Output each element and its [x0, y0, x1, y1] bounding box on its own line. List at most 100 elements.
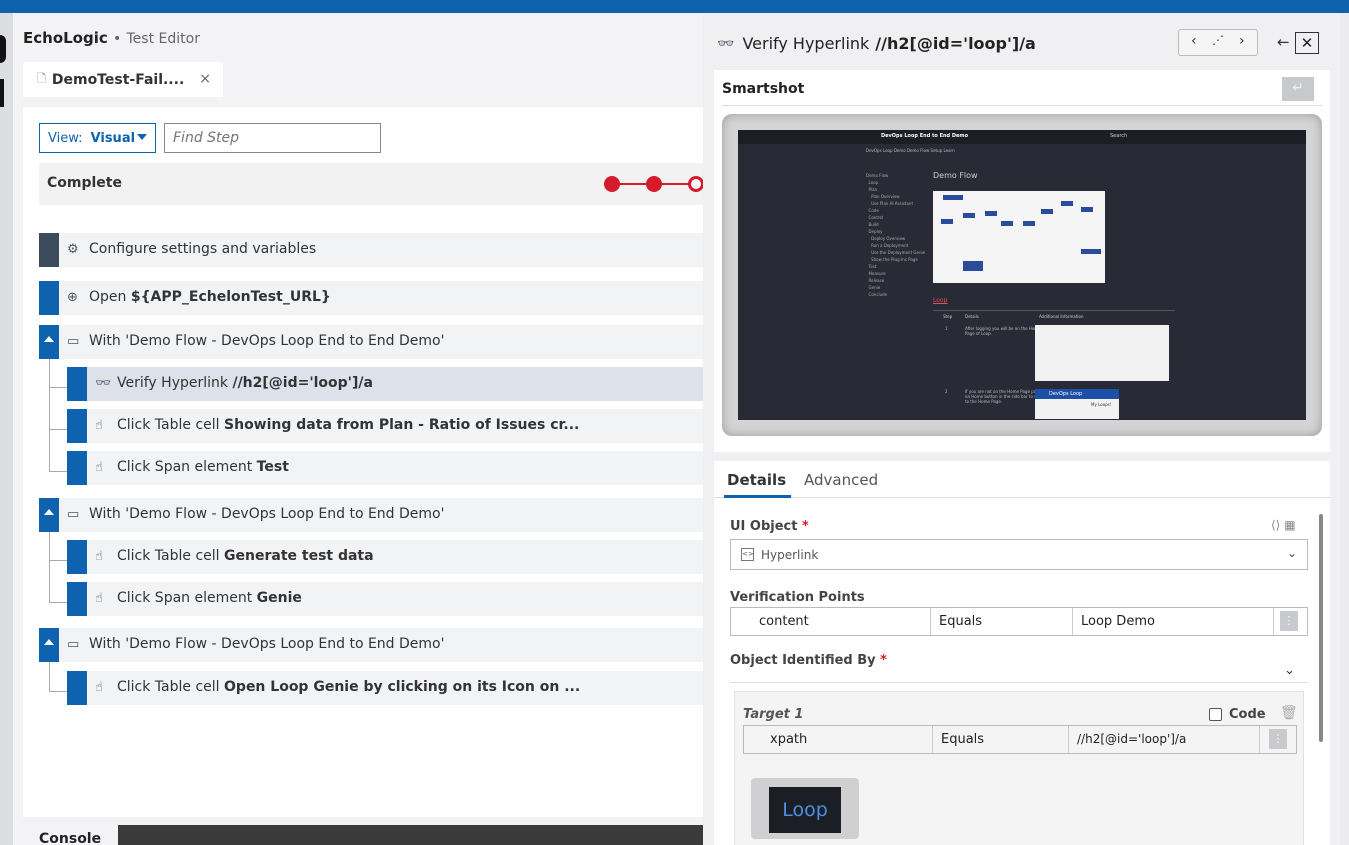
panel-title-prefix: Verify Hyperlink — [742, 34, 870, 53]
console-bar — [118, 825, 703, 845]
chart-icon[interactable]: ⋰ — [1212, 33, 1224, 47]
step-click-span[interactable]: ☝ Click Span element Genie — [67, 582, 703, 616]
rail-handle[interactable] — [0, 35, 6, 63]
step-verify-hyperlink[interactable]: 👓 Verify Hyperlink //h2[@id='loop']/a — [67, 367, 703, 401]
step-stripe — [39, 325, 59, 359]
step-open-url[interactable]: ⊕ Open ${APP_EchelonTest_URL} — [39, 281, 703, 315]
grid-icon[interactable]: ▦ — [1284, 518, 1295, 532]
more-icon[interactable]: ⋮ — [1280, 611, 1298, 631]
ui-object-value: Hyperlink — [761, 548, 819, 562]
progress-dot-current — [688, 176, 703, 192]
more-icon[interactable]: ⋮ — [1269, 729, 1287, 749]
chevron-right-icon[interactable]: › — [1239, 33, 1245, 49]
ui-object-select[interactable]: <> Hyperlink ⌄ — [730, 539, 1308, 570]
shot-heading: Demo Flow — [933, 171, 978, 180]
tree-connector — [49, 387, 67, 388]
shot-sidebar: Demo Flow Loop Plan Plan Overview Use Pl… — [866, 173, 926, 297]
scrollbar[interactable] — [1319, 514, 1323, 742]
view-select[interactable]: View: Visual — [39, 123, 156, 153]
app-subtitle: Test Editor — [126, 31, 200, 47]
step-stripe — [67, 582, 87, 616]
trash-icon[interactable]: 🗑 — [1280, 705, 1298, 721]
app-separator: • — [113, 31, 122, 47]
code-label: Code — [1229, 707, 1266, 722]
target-preview: Loop — [751, 778, 859, 839]
tab-advanced[interactable]: Advanced — [804, 471, 878, 489]
step-label: With 'Demo Flow - DevOps Loop End to End… — [89, 636, 445, 652]
test-editor-pane: EchoLogic • Test Editor 🗋 DemoTest-Fail.… — [13, 13, 703, 845]
step-label: With 'Demo Flow - DevOps Loop End to End… — [89, 333, 445, 349]
progress-indicator — [604, 176, 703, 192]
verification-point-row: content Equals Loop Demo ⋮ — [730, 607, 1308, 636]
top-accent-bar — [0, 0, 1349, 13]
locator-operator[interactable]: Equals — [933, 726, 1069, 753]
verification-points-label: Verification Points — [730, 590, 865, 605]
step-stripe — [39, 628, 59, 662]
arrow-left-icon[interactable]: ← — [1277, 33, 1290, 51]
collapse-icon[interactable] — [44, 336, 54, 342]
step-label: Open ${APP_EchelonTest_URL} — [89, 289, 331, 305]
tab-label: DemoTest-Fail.... — [51, 71, 185, 88]
click-icon: ☝ — [95, 460, 103, 475]
find-step-input[interactable] — [164, 123, 381, 153]
code-checkbox[interactable] — [1209, 708, 1222, 721]
ui-object-label: UI Object * — [730, 519, 809, 534]
app-title: EchoLogic • Test Editor — [23, 29, 200, 47]
step-stripe — [67, 540, 87, 574]
target-card: Target 1 Code 🗑 xpath Equals //h2[@id='l… — [734, 691, 1304, 845]
left-edge-rail — [0, 13, 13, 845]
step-configure-settings[interactable]: ⚙ Configure settings and variables — [39, 233, 703, 267]
shot-thumbnail — [1035, 325, 1169, 381]
shot-header — [738, 130, 1306, 144]
close-tab-icon[interactable]: × — [199, 71, 211, 87]
step-stripe — [39, 233, 59, 267]
collapse-icon[interactable] — [44, 639, 54, 645]
step-stripe — [67, 409, 87, 443]
step-click-table-cell[interactable]: ☝ Click Table cell Open Loop Genie by cl… — [67, 671, 703, 705]
smartshot-image[interactable]: DevOps Loop End to End Demo Search DevOp… — [738, 130, 1306, 420]
step-stripe — [67, 451, 87, 485]
chevron-down-icon[interactable]: ⌄ — [1284, 663, 1295, 678]
vp-operator[interactable]: Equals — [931, 608, 1073, 635]
click-icon: ☝ — [95, 549, 103, 564]
step-stripe — [39, 498, 59, 532]
step-with-demo-flow[interactable]: ▭ With 'Demo Flow - DevOps Loop End to E… — [39, 498, 703, 532]
console-tab[interactable]: Console — [23, 825, 118, 845]
divider — [730, 682, 1308, 683]
locator-value[interactable]: //h2[@id='loop']/a — [1069, 726, 1260, 753]
close-icon[interactable]: ✕ — [1295, 32, 1319, 54]
tab-details[interactable]: Details — [727, 471, 786, 489]
tree-connector — [49, 359, 50, 472]
locator-property[interactable]: xpath — [744, 726, 933, 753]
target-locator-row: xpath Equals //h2[@id='loop']/a ⋮ — [743, 725, 1297, 754]
smartshot-frame: DevOps Loop End to End Demo Search DevOp… — [722, 114, 1322, 436]
collapse-icon[interactable] — [44, 509, 54, 515]
glasses-icon: 👓 — [95, 376, 112, 391]
step-label: Configure settings and variables — [89, 241, 317, 257]
shot-loop-link: Loop — [933, 297, 948, 304]
tree-connector — [49, 691, 67, 692]
step-label: Click Span element Genie — [117, 590, 302, 606]
shot-thumbnail: DevOps Loop My Loops! — [1035, 389, 1119, 419]
tree-connector — [49, 560, 67, 561]
code-icon[interactable]: ⟨⟩ — [1271, 518, 1280, 532]
step-with-demo-flow[interactable]: ▭ With 'Demo Flow - DevOps Loop End to E… — [39, 325, 703, 359]
run-status-bar: Complete — [39, 163, 703, 205]
container-icon: ▭ — [67, 637, 80, 652]
active-tab-indicator — [724, 495, 791, 498]
ui-object-tools: ⟨⟩ ▦ — [1271, 518, 1296, 532]
step-stripe — [67, 367, 87, 401]
vp-value[interactable]: Loop Demo — [1073, 608, 1274, 635]
step-click-table-cell[interactable]: ☝ Click Table cell Generate test data — [67, 540, 703, 574]
view-select-label: View: — [48, 130, 83, 146]
chevron-left-icon[interactable]: ‹ — [1191, 33, 1197, 49]
step-click-span[interactable]: ☝ Click Span element Test — [67, 451, 703, 485]
tab-demotest[interactable]: 🗋 DemoTest-Fail.... × — [23, 62, 223, 97]
step-click-table-cell[interactable]: ☝ Click Table cell Showing data from Pla… — [67, 409, 703, 443]
run-status-label: Complete — [47, 175, 122, 191]
step-with-demo-flow[interactable]: ▭ With 'Demo Flow - DevOps Loop End to E… — [39, 628, 703, 662]
details-card: Details Advanced UI Object * ⟨⟩ ▦ <> Hyp… — [714, 461, 1330, 845]
vp-property[interactable]: content — [731, 608, 931, 635]
return-icon[interactable]: ↵ — [1282, 77, 1314, 101]
app-name: EchoLogic — [23, 29, 108, 47]
